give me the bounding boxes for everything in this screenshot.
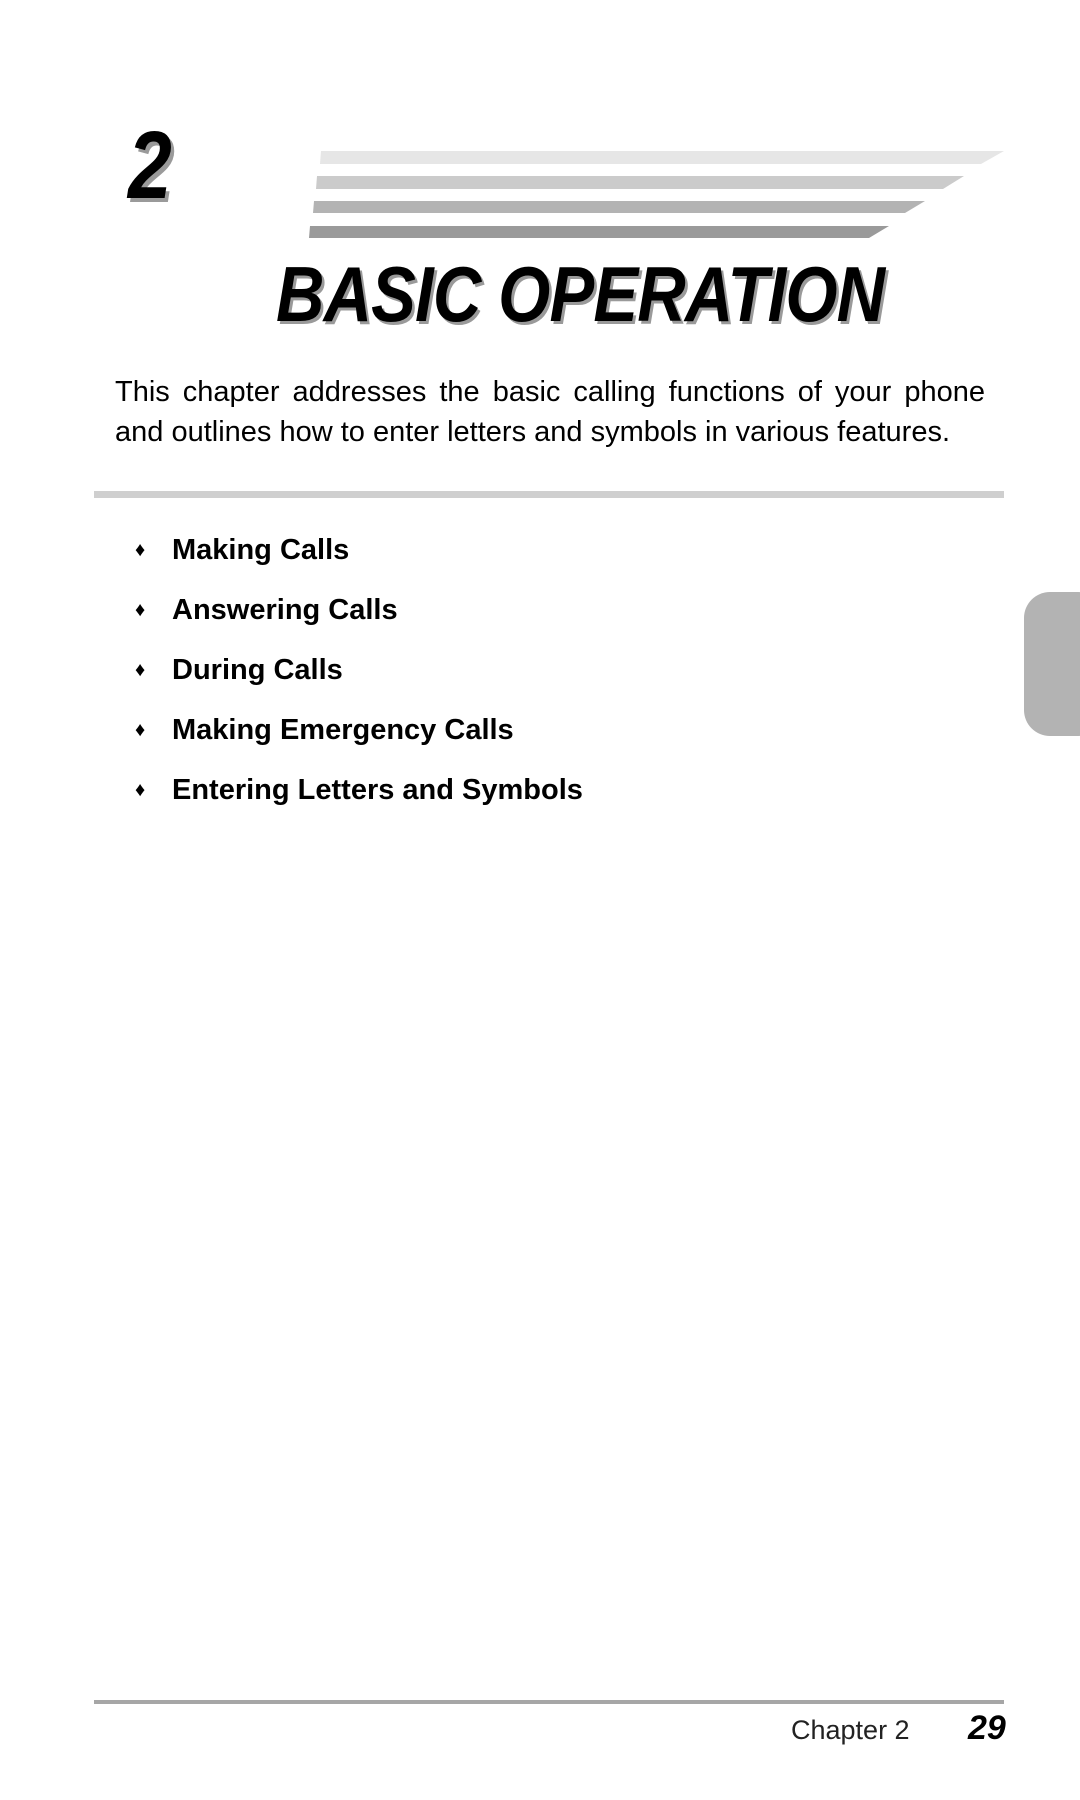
decorative-stripes — [309, 151, 1004, 238]
topic-list: ♦ Making Calls ♦ Answering Calls ♦ Durin… — [135, 532, 583, 832]
topic-item: ♦ Making Calls — [135, 532, 583, 592]
diamond-bullet-icon: ♦ — [135, 659, 146, 681]
topic-item: ♦ Answering Calls — [135, 592, 583, 652]
topic-item: ♦ Making Emergency Calls — [135, 712, 583, 772]
chapter-side-tab — [1024, 592, 1080, 736]
diamond-bullet-icon: ♦ — [135, 719, 146, 741]
topic-label: Making Calls — [172, 534, 350, 566]
stripe-4 — [309, 226, 889, 238]
stripe-3 — [313, 201, 925, 213]
diamond-bullet-icon: ♦ — [135, 539, 146, 561]
chapter-intro: This chapter addresses the basic calling… — [115, 372, 985, 452]
intro-line: and outlines how to enter letters and sy… — [115, 416, 951, 448]
stripe-1 — [320, 151, 1004, 164]
topic-label: Answering Calls — [172, 594, 398, 626]
footer-rule — [94, 1700, 1004, 1704]
topic-label: Entering Letters and Symbols — [172, 774, 583, 806]
topic-label: During Calls — [172, 654, 343, 686]
page-number: 29 — [968, 1709, 1006, 1747]
diamond-bullet-icon: ♦ — [135, 779, 146, 801]
topic-item: ♦ During Calls — [135, 652, 583, 712]
chapter-title: BASIC OPERATION — [276, 250, 885, 338]
topic-item: ♦ Entering Letters and Symbols — [135, 772, 583, 832]
stripe-2 — [316, 176, 964, 189]
topic-label: Making Emergency Calls — [172, 714, 514, 746]
diamond-bullet-icon: ♦ — [135, 599, 146, 621]
intro-line: This chapter addresses the basic calling… — [115, 376, 985, 408]
section-separator — [94, 491, 1004, 498]
footer-chapter-label: Chapter 2 — [791, 1715, 910, 1745]
